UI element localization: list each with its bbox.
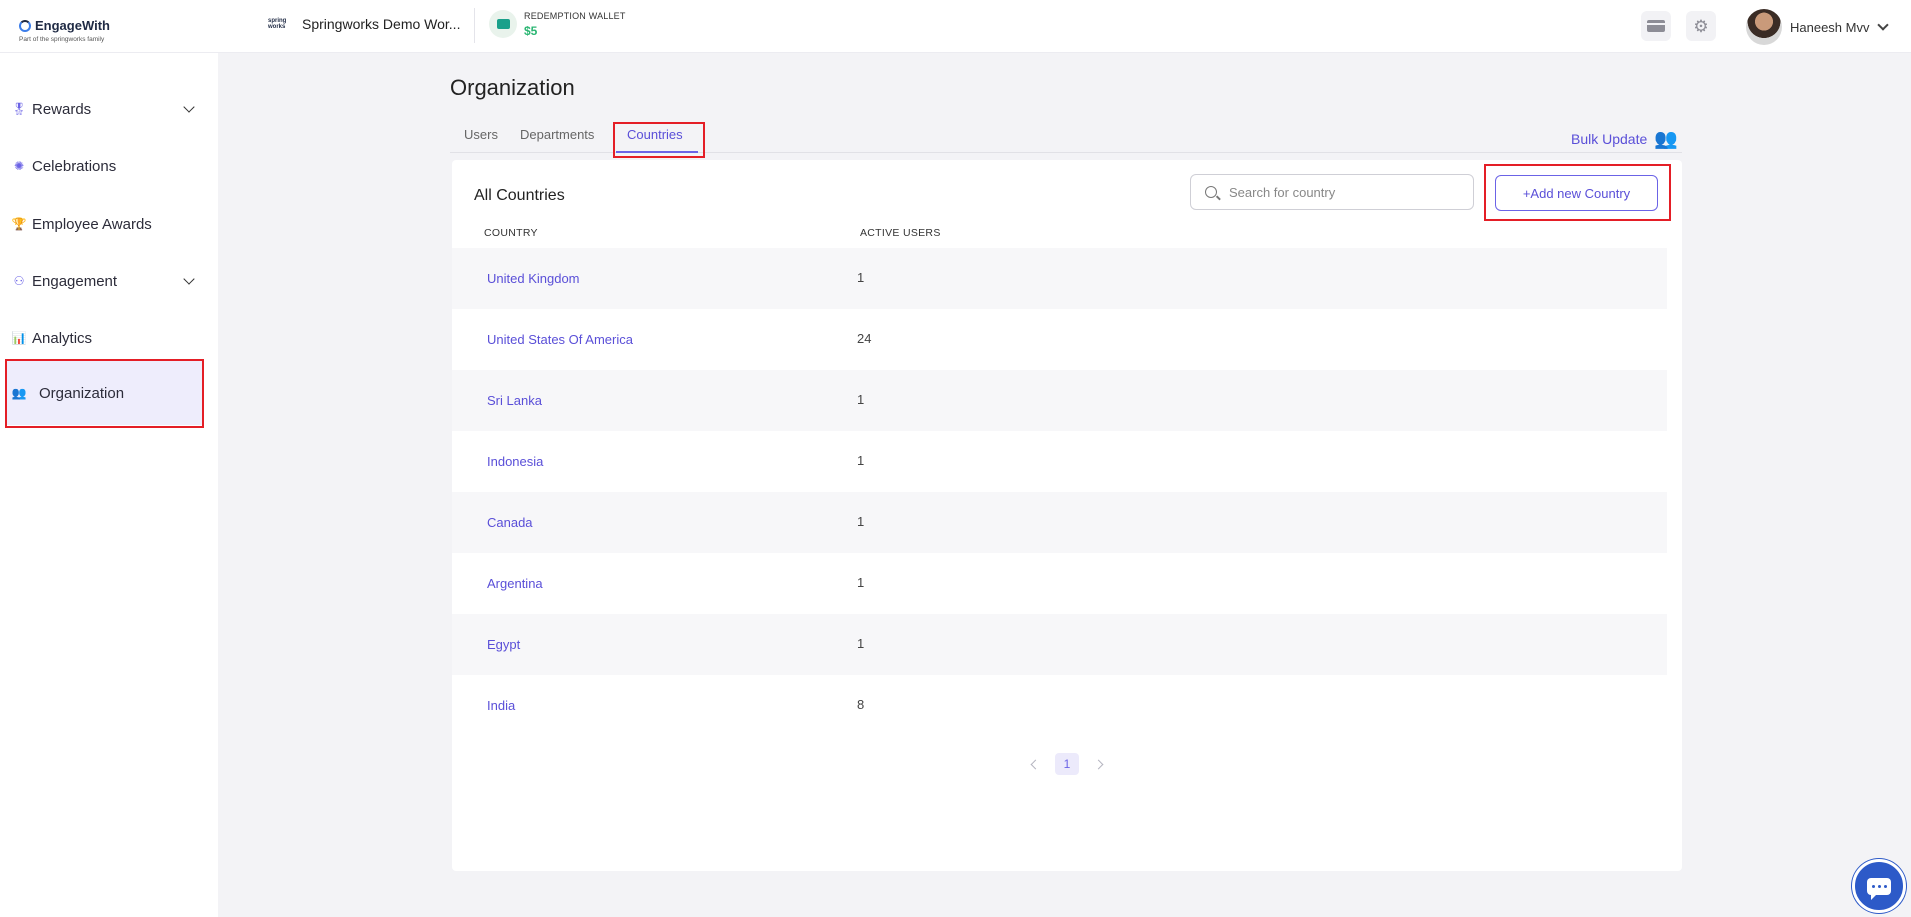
sidebar-item-label: Analytics xyxy=(32,329,93,347)
countries-card: All Countries +Add new Country COUNTRY A… xyxy=(452,160,1682,871)
active-tab-indicator xyxy=(616,151,698,153)
medal-icon: 🎖 xyxy=(11,102,27,116)
pagination: 1 xyxy=(452,753,1682,775)
search-icon xyxy=(1205,186,1217,198)
chevron-down-icon xyxy=(183,101,195,113)
top-bar: EngageWith Part of the springworks famil… xyxy=(0,0,1911,53)
active-users-count: 1 xyxy=(857,575,865,590)
tab-countries[interactable]: Countries xyxy=(627,127,683,142)
table-row[interactable]: India 8 xyxy=(452,675,1667,736)
country-link[interactable]: United Kingdom xyxy=(487,271,580,286)
sidebar-item-organization[interactable]: 👥 Organization xyxy=(6,361,203,425)
sidebar-item-label: Organization xyxy=(39,384,125,402)
chevron-left-icon[interactable] xyxy=(1030,759,1041,769)
page-title: Organization xyxy=(450,75,575,100)
wallet-icon xyxy=(489,10,517,38)
workspace-switcher[interactable]: spring works Springworks Demo Wor... xyxy=(268,16,460,32)
brand-name: EngageWith xyxy=(35,18,110,33)
bulk-update-button[interactable]: Bulk Update 👥 xyxy=(1571,127,1678,151)
section-title: All Countries xyxy=(474,187,565,204)
chat-widget-button[interactable] xyxy=(1852,859,1906,913)
country-link[interactable]: Canada xyxy=(487,515,533,530)
tab-bar: Users Departments Countries xyxy=(450,120,1682,153)
active-users-count: 1 xyxy=(857,392,865,407)
workspace-name: Springworks Demo Wor... xyxy=(302,16,461,32)
add-country-button[interactable]: +Add new Country xyxy=(1495,175,1658,211)
country-link[interactable]: United States Of America xyxy=(487,332,633,347)
active-users-count: 1 xyxy=(857,636,865,651)
engagewith-logo-icon xyxy=(19,19,31,32)
avatar xyxy=(1746,9,1782,45)
chat-icon xyxy=(1867,877,1891,900)
settings-button[interactable]: ⚙ xyxy=(1686,11,1716,41)
table-row[interactable]: United States Of America 24 xyxy=(452,309,1667,370)
table-row[interactable]: United Kingdom 1 xyxy=(452,248,1667,309)
active-users-count: 1 xyxy=(857,514,865,529)
table-row[interactable]: Canada 1 xyxy=(452,492,1667,553)
country-link[interactable]: Indonesia xyxy=(487,454,543,469)
sidebar: 🎖 Rewards ✺ Celebrations 🏆 Employee Awar… xyxy=(0,53,218,917)
analytics-icon: 📊 xyxy=(11,331,27,345)
credit-card-icon xyxy=(1647,20,1665,32)
active-users-count: 1 xyxy=(857,270,865,285)
sidebar-item-engagement[interactable]: ⚇ Engagement xyxy=(6,252,203,310)
column-header-country: COUNTRY xyxy=(484,227,538,239)
country-link[interactable]: Sri Lanka xyxy=(487,393,542,408)
engagement-icon: ⚇ xyxy=(13,274,25,288)
user-name: Haneesh Mvv xyxy=(1790,19,1870,35)
table-row[interactable]: Argentina 1 xyxy=(452,553,1667,614)
people-upload-icon: 👥 xyxy=(1654,129,1678,150)
table-row[interactable]: Indonesia 1 xyxy=(452,431,1667,492)
bulk-update-label: Bulk Update xyxy=(1571,131,1648,147)
table-row[interactable]: Sri Lanka 1 xyxy=(452,370,1667,431)
search-input[interactable] xyxy=(1229,184,1469,200)
sidebar-item-label: Rewards xyxy=(32,100,92,118)
page-number[interactable]: 1 xyxy=(1055,753,1079,775)
wallet-label: REDEMPTION WALLET xyxy=(524,10,626,21)
sidebar-item-label: Celebrations xyxy=(32,157,117,175)
billing-button[interactable] xyxy=(1641,11,1671,41)
people-icon: 👥 xyxy=(11,386,27,400)
country-link[interactable]: Egypt xyxy=(487,637,520,652)
country-link[interactable]: Argentina xyxy=(487,576,543,591)
divider xyxy=(474,8,475,43)
sidebar-item-label: Engagement xyxy=(32,272,118,290)
tab-users[interactable]: Users xyxy=(464,127,498,142)
active-users-count: 1 xyxy=(857,453,865,468)
brand-tagline: Part of the springworks family xyxy=(19,36,105,43)
sidebar-item-celebrations[interactable]: ✺ Celebrations xyxy=(6,137,203,195)
column-header-active-users: ACTIVE USERS xyxy=(860,227,941,239)
redemption-wallet[interactable]: REDEMPTION WALLET $5 xyxy=(489,10,626,38)
sidebar-item-employee-awards[interactable]: 🏆 Employee Awards xyxy=(6,195,203,253)
sidebar-item-label: Employee Awards xyxy=(32,215,152,233)
brand-logo[interactable]: EngageWith Part of the springworks famil… xyxy=(19,18,110,43)
active-users-count: 24 xyxy=(857,331,872,346)
search-field[interactable] xyxy=(1190,174,1474,210)
chevron-right-icon[interactable] xyxy=(1093,759,1104,769)
active-users-count: 8 xyxy=(857,697,865,712)
country-link[interactable]: India xyxy=(487,698,515,713)
party-icon: ✺ xyxy=(13,159,25,173)
gear-icon: ⚙ xyxy=(1693,16,1709,36)
tab-departments[interactable]: Departments xyxy=(520,127,594,142)
sidebar-item-analytics[interactable]: 📊 Analytics xyxy=(6,309,203,367)
springworks-logo-icon: spring works xyxy=(268,18,287,30)
sidebar-item-rewards[interactable]: 🎖 Rewards xyxy=(6,80,203,138)
trophy-icon: 🏆 xyxy=(11,217,27,231)
chevron-down-icon xyxy=(1877,19,1890,31)
wallet-amount: $5 xyxy=(524,23,538,38)
chevron-down-icon xyxy=(183,273,195,285)
table-row[interactable]: Egypt 1 xyxy=(452,614,1667,675)
user-menu[interactable]: Haneesh Mvv xyxy=(1746,9,1890,45)
